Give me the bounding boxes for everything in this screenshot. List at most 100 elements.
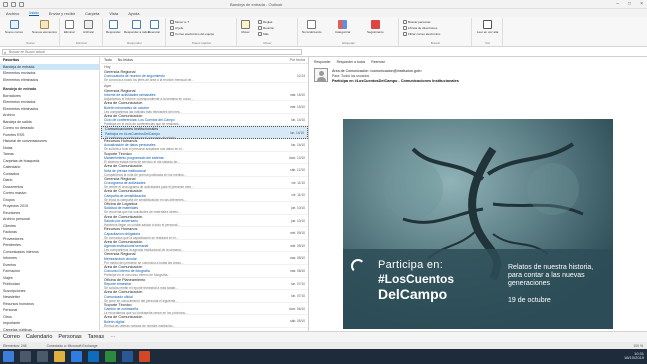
message-row[interactable]: Gerencia Regional Convocatoria de reunión…: [101, 70, 308, 83]
message-subject: Participa en #LosCuentosDelCampo - Comun…: [332, 79, 459, 83]
delete-button[interactable]: Eliminar: [64, 20, 75, 34]
status-bar: Elementos: 248 Conectado a: Microsoft Ex…: [0, 342, 647, 349]
flag-icon: [370, 20, 380, 29]
customize-icon[interactable]: [19, 1, 24, 7]
message-row[interactable]: Área de Comunicación Agenda institucional…: [101, 240, 308, 253]
people-icon: [403, 20, 407, 24]
tab-all[interactable]: Todo: [104, 58, 112, 62]
status-items: Elementos: 248: [3, 343, 27, 348]
message-row[interactable]: Área de Comunicación Boletín digital Revis…: [101, 315, 308, 328]
follow-up-button[interactable]: Seguimiento: [367, 20, 384, 34]
message-date: lun. 14/10: [290, 142, 305, 147]
message-row[interactable]: Gerencia Regional Cronograma de actividad…: [101, 177, 308, 190]
edge-icon[interactable]: [71, 351, 82, 362]
message-row[interactable]: Área de Comunicación Nota de prensa insti…: [101, 164, 308, 177]
move-to-quick-step[interactable]: Mover a: ?: [170, 20, 189, 24]
archive-button[interactable]: Archivar: [83, 20, 94, 34]
folder-pane: Favoritos Bandeja de entrada Elementos e…: [0, 57, 100, 331]
message-date: lun. 07/10: [290, 294, 305, 299]
message-row[interactable]: Área de Comunicación Saludo por aniversar…: [101, 215, 308, 228]
maximize-icon[interactable]: □: [628, 1, 631, 7]
message-row[interactable]: Soporte Técnico Cambio de contraseña Le re…: [101, 303, 308, 316]
message-row[interactable]: Soporte Técnico Mantenimiento programado …: [101, 152, 308, 165]
message-row[interactable]: Área de Comunicación Ciclo de conferencia…: [101, 114, 308, 127]
reply-all-button[interactable]: Responder a todos: [124, 20, 149, 34]
new-email-button[interactable]: Nuevo correo: [5, 20, 23, 34]
new-items-icon: [39, 20, 49, 29]
to-manager-quick-step[interactable]: Al jefe: [170, 26, 183, 30]
powerpoint-icon[interactable]: [139, 351, 150, 362]
rules-button[interactable]: Reglas: [258, 20, 272, 24]
reply-button[interactable]: Responder: [106, 20, 121, 34]
folder-item[interactable]: Elementos eliminados: [0, 77, 99, 84]
search-taskbar-icon[interactable]: [20, 351, 31, 362]
search-icon: ⌕: [4, 50, 7, 55]
nav-tasks[interactable]: Tareas: [88, 334, 105, 340]
message-row[interactable]: Área de Comunicación Campaña de sensibili…: [101, 189, 308, 202]
file-explorer-icon[interactable]: [54, 351, 65, 362]
reading-forward-button[interactable]: Reenviar: [371, 60, 385, 64]
meeting-button[interactable]: Reunión: [258, 26, 274, 30]
task-view-icon[interactable]: [37, 351, 48, 362]
nav-more[interactable]: ···: [110, 334, 116, 340]
list-filter-tabs: Todo No leídos Por fecha: [101, 57, 308, 64]
nav-people[interactable]: Personas: [58, 334, 81, 340]
tab-file[interactable]: Archivo: [6, 11, 19, 16]
outlook-icon[interactable]: [88, 351, 99, 362]
tab-send-receive[interactable]: Enviar y recibir: [49, 11, 75, 16]
undo-icon[interactable]: [11, 1, 16, 7]
message-row[interactable]: Recursos Humanos Actualización de datos p…: [101, 139, 308, 152]
search-strip: ⌕ Buscar en Buzón actual: [0, 47, 647, 57]
poster-title: DelCampo: [378, 286, 448, 302]
send-receive-icon[interactable]: [3, 1, 8, 7]
avatar: [314, 68, 328, 82]
reading-reply-all-button[interactable]: Responder a todos: [337, 60, 366, 64]
reading-reply-button[interactable]: Responder: [314, 60, 331, 64]
message-row[interactable]: Comunicaciones Institucionales Participa …: [101, 126, 308, 140]
message-date: mar. 15/10: [289, 105, 305, 110]
minimize-icon[interactable]: –: [616, 1, 619, 7]
close-icon[interactable]: ×: [640, 1, 643, 7]
message-row[interactable]: Recursos Humanos Capacitación obligatoria…: [101, 227, 308, 240]
search-input[interactable]: ⌕ Buscar en Buzón actual: [2, 49, 302, 55]
message-row[interactable]: Área de Comunicación Boletín informativo …: [101, 101, 308, 114]
categorize-button[interactable]: Categorizar: [335, 20, 351, 34]
reading-pane: Responder Responder a todos Reenviar Áre…: [310, 57, 647, 331]
tab-folder[interactable]: Carpeta: [85, 11, 99, 16]
read-aloud-button[interactable]: Leer en voz alta: [477, 20, 498, 34]
move-button[interactable]: Mover: [241, 20, 250, 34]
start-icon[interactable]: [3, 351, 14, 362]
excel-icon[interactable]: [105, 351, 116, 362]
search-people-field[interactable]: Buscar personas: [403, 20, 431, 24]
nav-mail[interactable]: Correo: [3, 334, 20, 340]
unread-read-button[interactable]: No leído/Leído: [302, 20, 322, 34]
message-date: mar. 08/10: [289, 268, 305, 273]
forward-button[interactable]: Reenviar: [148, 20, 160, 34]
message-date: sáb. 05/10: [290, 319, 305, 324]
zoom-level[interactable]: 100 %: [633, 344, 643, 348]
team-email-quick-step[interactable]: Correo electrónico del equipo: [170, 32, 214, 36]
new-items-button[interactable]: Nuevos elementos: [32, 20, 57, 34]
tab-home[interactable]: Inicio: [29, 10, 39, 16]
message-row[interactable]: Oficina de Planeamiento Reporte trimestra…: [101, 278, 308, 291]
nav-calendar[interactable]: Calendario: [26, 334, 53, 340]
reply-icon: [108, 20, 118, 29]
message-row[interactable]: Oficina de Logística Solicitud de materia…: [101, 202, 308, 215]
ribbon-group-find: Buscar personas Libreta de direcciones F…: [400, 18, 472, 46]
message-row[interactable]: Área de Comunicación Concurso interno de …: [101, 265, 308, 278]
word-icon[interactable]: [122, 351, 133, 362]
sort-dropdown[interactable]: Por fecha: [290, 58, 305, 62]
tab-help[interactable]: Ayuda: [128, 11, 139, 16]
tab-unread[interactable]: No leídos: [118, 58, 133, 62]
filter-email-button[interactable]: Filtrar correo electrónico: [403, 32, 440, 36]
message-date: 10:24: [297, 74, 305, 78]
tab-view[interactable]: Vista: [109, 11, 118, 16]
address-book-button[interactable]: Libreta de direcciones: [403, 26, 437, 30]
more-button[interactable]: Más: [258, 32, 269, 36]
message-row[interactable]: Gerencia Regional Informe de actividades …: [101, 89, 308, 102]
ribbon-group-quick-steps: Mover a: ? Al jefe Correo electrónico de…: [167, 18, 237, 46]
system-tray[interactable]: 10:31 16/10/2019: [624, 351, 644, 361]
message-row[interactable]: Área de Comunicación Comunicado oficial Se…: [101, 290, 308, 303]
message-date: mar. 08/10: [289, 256, 305, 261]
message-row[interactable]: Gerencia Regional Memorándum circular Por …: [101, 252, 308, 265]
